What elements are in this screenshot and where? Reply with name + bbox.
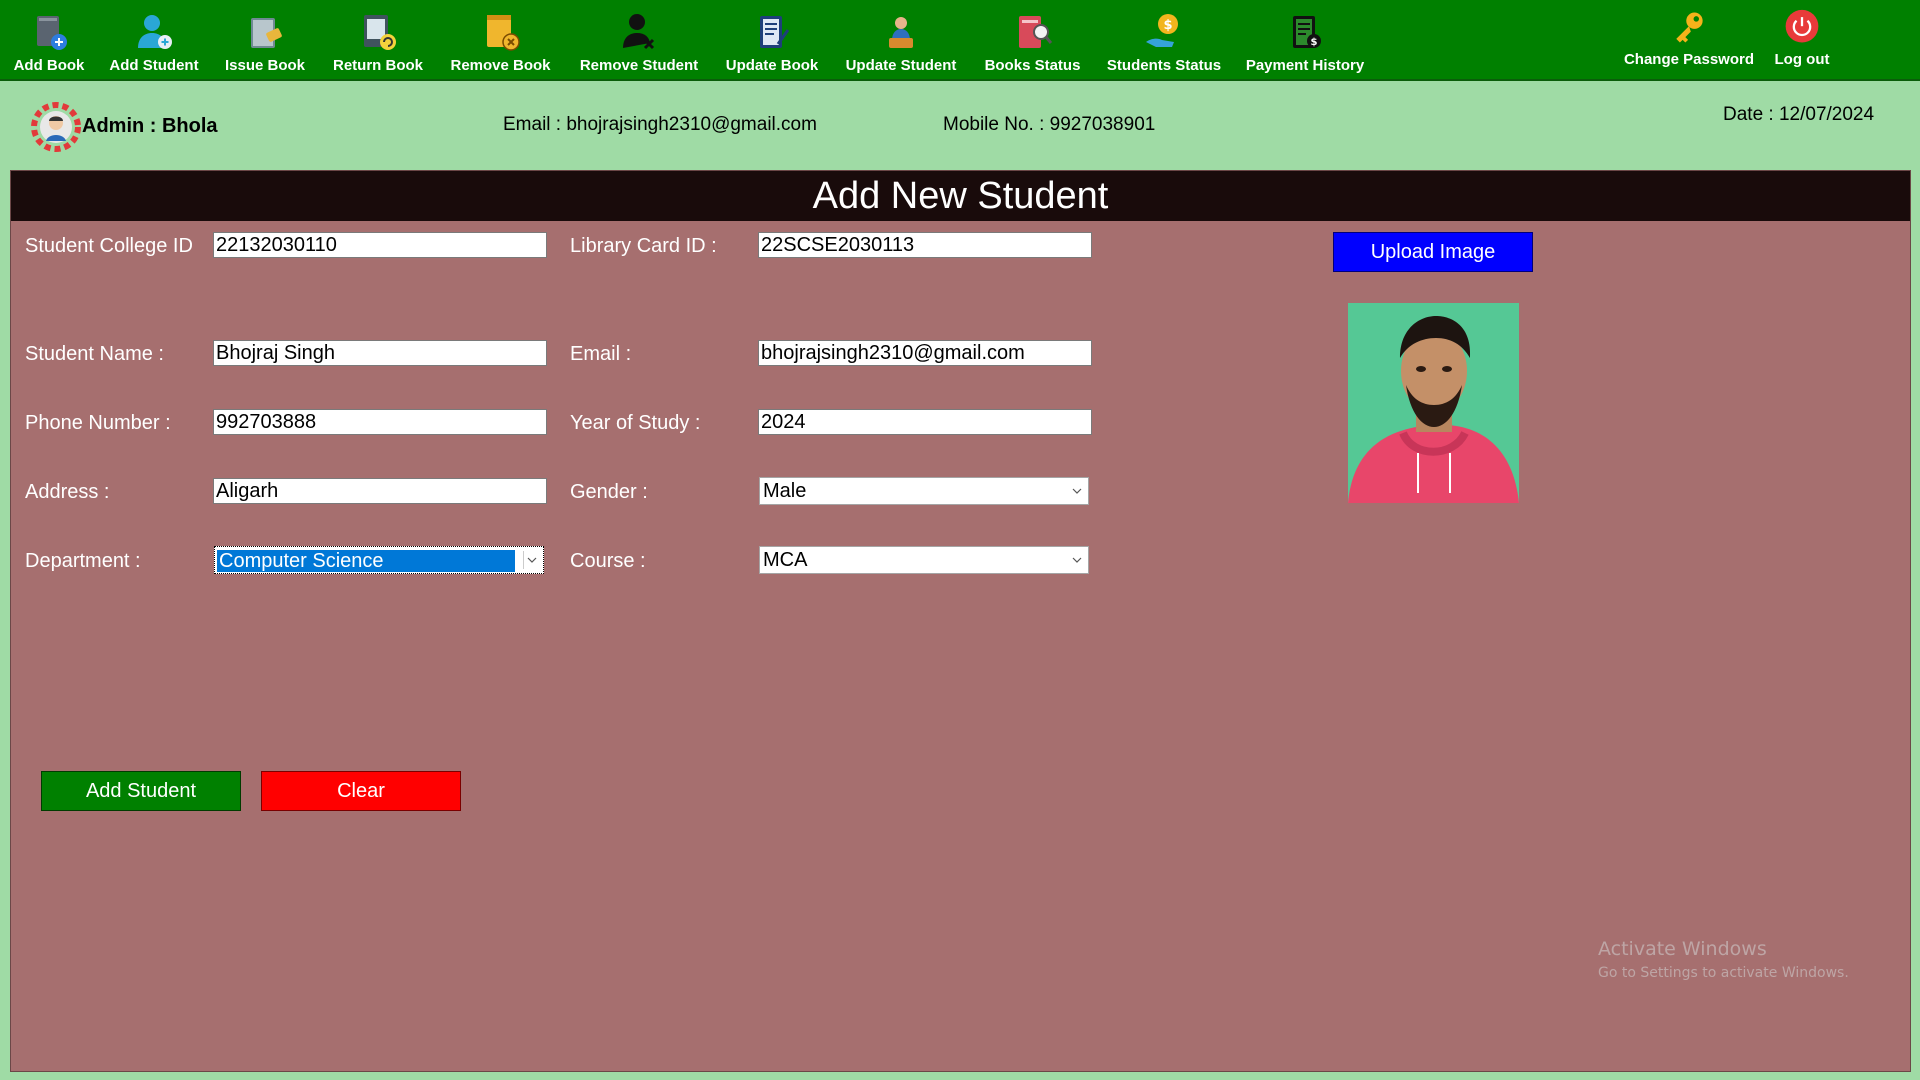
toolbar-label: Change Password	[1623, 51, 1755, 68]
toolbar-label: Log out	[1774, 51, 1830, 68]
books-status-icon	[1018, 16, 1052, 48]
toolbar-label: Payment History	[1245, 57, 1365, 74]
add-book-icon	[37, 16, 67, 50]
library-card-field[interactable]: 22SCSE2030113	[758, 232, 1092, 258]
gender-value: Male	[763, 480, 807, 502]
update-book-icon	[760, 16, 790, 48]
toolbar-update-book[interactable]: Update Book	[722, 0, 822, 79]
course-select[interactable]: MCA	[759, 546, 1089, 574]
toolbar-label: Return Book	[333, 57, 423, 74]
toolbar-payment-history[interactable]: $ Payment History	[1245, 0, 1365, 79]
remove-student-icon	[623, 14, 655, 50]
department-value: Computer Science	[217, 550, 515, 572]
toolbar-label: Update Book	[725, 57, 819, 74]
activate-windows-title: Activate Windows	[1598, 938, 1767, 960]
students-status-icon: $	[1146, 14, 1178, 47]
toolbar-label: Add Student	[109, 57, 199, 74]
return-book-icon	[364, 15, 396, 50]
toolbar-label: Issue Book	[224, 57, 306, 74]
add-student-button[interactable]: Add Student	[41, 771, 241, 811]
main-toolbar: Add Book Add Student Issue Book Return B…	[0, 0, 1920, 81]
student-photo	[1348, 303, 1519, 503]
activate-windows-subtitle: Go to Settings to activate Windows.	[1598, 965, 1849, 981]
admin-email: Email : bhojrajsingh2310@gmail.com	[503, 114, 817, 135]
toolbar-label: Students Status	[1106, 57, 1222, 74]
toolbar-label: Update Student	[845, 57, 957, 74]
student-name-label: Student Name :	[25, 343, 164, 365]
key-icon	[1676, 12, 1703, 43]
admin-mobile: Mobile No. : 9927038901	[943, 114, 1156, 135]
toolbar-add-student[interactable]: Add Student	[106, 0, 202, 79]
toolbar-issue-book[interactable]: Issue Book	[220, 0, 310, 79]
clear-button[interactable]: Clear	[261, 771, 461, 811]
remove-book-icon	[486, 15, 520, 51]
add-student-icon	[138, 15, 172, 49]
phone-field[interactable]: 992703888	[213, 409, 547, 435]
gender-select[interactable]: Male	[759, 477, 1089, 505]
student-name-field[interactable]: Bhojraj Singh	[213, 340, 547, 366]
toolbar-update-student[interactable]: Update Student	[842, 0, 960, 79]
svg-text:$: $	[1311, 37, 1318, 48]
toolbar-remove-book[interactable]: Remove Book	[448, 0, 553, 79]
power-icon	[1785, 9, 1819, 43]
toolbar-students-status[interactable]: $ Students Status	[1100, 0, 1228, 79]
toolbar-return-book[interactable]: Return Book	[328, 0, 428, 79]
page-title: Add New Student	[11, 171, 1910, 221]
phone-label: Phone Number :	[25, 412, 171, 434]
payment-history-icon: $	[1293, 16, 1321, 48]
toolbar-books-status[interactable]: Books Status	[980, 0, 1085, 79]
logout-button[interactable]: Log out	[1770, 0, 1834, 79]
college-id-label: Student College ID	[25, 235, 193, 257]
year-of-study-label: Year of Study :	[570, 412, 701, 434]
chevron-down-icon[interactable]	[1069, 482, 1085, 500]
current-date: Date : 12/07/2024	[1723, 104, 1875, 125]
toolbar-label: Remove Student	[579, 57, 699, 74]
year-of-study-field[interactable]: 2024	[758, 409, 1092, 435]
library-card-label: Library Card ID :	[570, 235, 717, 257]
email-field[interactable]: bhojrajsingh2310@gmail.com	[758, 340, 1092, 366]
toolbar-add-book[interactable]: Add Book	[9, 0, 89, 79]
admin-avatar-icon	[31, 102, 81, 152]
college-id-field[interactable]: 22132030110	[213, 232, 547, 258]
course-label: Course :	[570, 550, 646, 572]
gender-label: Gender :	[570, 481, 648, 503]
change-password-button[interactable]: Change Password	[1622, 0, 1756, 79]
upload-image-button[interactable]: Upload Image	[1333, 232, 1533, 272]
admin-name: Admin : Bhola	[82, 115, 218, 137]
chevron-down-icon[interactable]	[1069, 551, 1085, 569]
toolbar-label: Books Status	[984, 57, 1081, 74]
course-value: MCA	[763, 549, 808, 571]
address-label: Address :	[25, 481, 110, 503]
toolbar-label: Remove Book	[450, 57, 551, 74]
address-field[interactable]: Aligarh	[213, 478, 547, 504]
svg-text:$: $	[1163, 18, 1172, 33]
update-student-icon	[889, 17, 913, 48]
toolbar-label: Add Book	[13, 57, 85, 74]
toolbar-remove-student[interactable]: Remove Student	[575, 0, 703, 79]
department-label: Department :	[25, 550, 141, 572]
add-student-panel: Add New Student Student College ID 22132…	[10, 170, 1911, 1072]
department-select[interactable]: Computer Science	[214, 546, 544, 574]
chevron-down-icon[interactable]	[523, 551, 540, 569]
issue-book-icon	[251, 18, 282, 48]
email-label: Email :	[570, 343, 632, 365]
